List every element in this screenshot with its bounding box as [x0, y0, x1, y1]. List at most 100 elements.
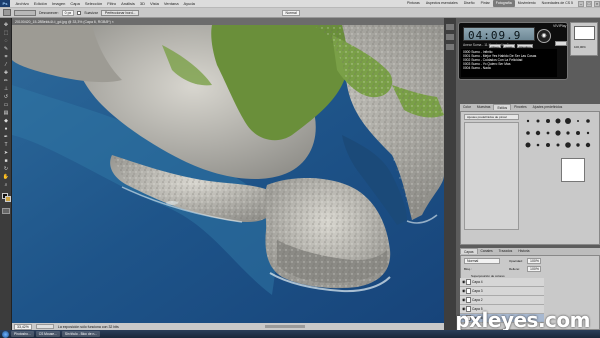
- workspace-movimiento[interactable]: Movimiento: [515, 0, 539, 7]
- history-panel-icon[interactable]: [446, 24, 454, 30]
- tab-ajustes[interactable]: Ajustes predefinidos: [530, 104, 566, 110]
- navigator-panel: 100,00%: [570, 22, 598, 56]
- image-canvas[interactable]: [12, 25, 444, 323]
- crop-tool-icon[interactable]: ⌗: [2, 54, 10, 60]
- track-info: Anear Suma - 11 Happier Ver.3: [463, 43, 509, 47]
- workspace-switcher: Pinturas Aspectos esenciales Diseño Pint…: [404, 0, 600, 7]
- zoom-level[interactable]: 33,42%: [14, 323, 32, 330]
- menu-analisis[interactable]: Análisis: [119, 1, 138, 6]
- shape-tool-icon[interactable]: ■: [2, 158, 10, 164]
- antialias-checkbox[interactable]: [77, 10, 82, 15]
- brush-options-list[interactable]: [464, 122, 519, 230]
- options-bar: Desvanecer: 0 px Suavizar Perfeccionar b…: [0, 8, 600, 18]
- layer-row[interactable]: ◉ Capa 3: [460, 287, 544, 296]
- move-tool-icon[interactable]: ✥: [2, 22, 10, 28]
- gradient-tool-icon[interactable]: ▤: [2, 110, 10, 116]
- opacity-input[interactable]: 100%: [527, 258, 541, 264]
- menu-imagen[interactable]: Imagen: [49, 1, 67, 6]
- photoshop-logo: Ps: [0, 0, 10, 7]
- fill-label: Relleno:: [509, 267, 521, 271]
- document-title: 20100420_15-28Beldu1t-t_gd.jpg @ 33,3% (…: [15, 19, 114, 24]
- type-tool-icon[interactable]: T: [2, 142, 10, 148]
- tab-historia[interactable]: Historia: [515, 248, 532, 254]
- feather-label: Desvanecer:: [39, 10, 59, 15]
- close-button[interactable]: ×: [594, 0, 600, 7]
- layer-row[interactable]: ◉ Capa 4: [460, 278, 544, 287]
- tab-muestras[interactable]: Muestras: [474, 104, 494, 110]
- restore-button[interactable]: □: [586, 0, 592, 7]
- start-button-icon[interactable]: [2, 330, 9, 338]
- clone-stamp-icon[interactable]: ⊥: [2, 86, 10, 92]
- volume-button[interactable]: [555, 41, 567, 46]
- hand-tool-icon[interactable]: ✋: [2, 174, 10, 180]
- document-tab[interactable]: 20100420_15-28Beldu1t-t_gd.jpg @ 33,3% (…: [12, 18, 444, 25]
- minimize-button[interactable]: –: [578, 0, 584, 7]
- workspace-novedades[interactable]: Novedades de CS 5: [539, 0, 576, 7]
- taskbar-notepad[interactable]: Sin título - Bloc de n...: [61, 331, 101, 337]
- track-list[interactable]: 0000 Sumo - Infinito 0001 Sumo - Mejor Y…: [461, 49, 557, 77]
- open-button[interactable]: Open: [489, 44, 501, 49]
- tab-trazados[interactable]: Trazados: [496, 248, 516, 254]
- tab-capas[interactable]: Capas: [460, 248, 478, 254]
- background-color-swatch[interactable]: [5, 196, 11, 202]
- random-button[interactable]: Random: [517, 44, 533, 49]
- workspace-pinturas[interactable]: Pinturas: [404, 0, 423, 7]
- menu-ventana[interactable]: Ventana: [161, 1, 181, 6]
- brush-tool-icon[interactable]: ✏: [2, 78, 10, 84]
- path-selection-icon[interactable]: ➤: [2, 150, 10, 156]
- workspace-diseno[interactable]: Diseño: [461, 0, 478, 7]
- tab-estilos[interactable]: Estilos: [493, 104, 512, 110]
- loop-button[interactable]: Loop: [503, 44, 515, 49]
- eyedropper-icon[interactable]: ⁄: [2, 62, 10, 68]
- menu-ayuda[interactable]: Ayuda: [181, 1, 197, 6]
- menu-seleccion[interactable]: Selección: [82, 1, 104, 6]
- taskbar-photoshop[interactable]: Photosho...: [11, 331, 34, 337]
- layer-name: Capa 4: [472, 280, 483, 284]
- refine-edge-button[interactable]: Perfeccionar bord...: [100, 9, 140, 16]
- quick-selection-icon[interactable]: ✎: [2, 46, 10, 52]
- blend-mode-select[interactable]: Normal: [464, 258, 500, 264]
- actions-panel-icon[interactable]: [446, 34, 454, 40]
- workspace-esenciales[interactable]: Aspectos esenciales: [423, 0, 461, 7]
- style-select[interactable]: Normal: [282, 9, 300, 16]
- tab-color[interactable]: Color: [460, 104, 474, 110]
- brush-tip-grid[interactable]: [523, 116, 595, 164]
- styles-panel: Ajustes predefinidos de pincel: [460, 111, 600, 245]
- marquee-tool-icon[interactable]: ⬚: [2, 30, 10, 36]
- feather-input[interactable]: 0 px: [61, 9, 75, 16]
- quick-mask-icon[interactable]: [2, 208, 10, 214]
- blur-tool-icon[interactable]: ◆: [2, 118, 10, 124]
- tab-pinceles[interactable]: Pinceles: [511, 104, 529, 110]
- selection-mode-buttons[interactable]: [14, 9, 36, 16]
- menu-capa[interactable]: Capa: [68, 1, 83, 6]
- healing-brush-icon[interactable]: ✚: [2, 70, 10, 76]
- zoom-tool-icon[interactable]: ⌕: [2, 182, 10, 188]
- taskbar-mouse[interactable]: CS Mouse...: [35, 331, 60, 337]
- tab-canales[interactable]: Canales: [478, 248, 496, 254]
- pen-tool-icon[interactable]: ✒: [2, 134, 10, 140]
- workspace-pintar[interactable]: Pintar: [478, 0, 493, 7]
- layer-row[interactable]: ◉ Capa 2: [460, 296, 544, 305]
- marquee-tool-icon[interactable]: [3, 9, 11, 16]
- music-player-widget[interactable]: 04:09.9 VIVIPlay ◉ Anear Suma - 11 Happi…: [458, 22, 568, 80]
- menu-archivo[interactable]: Archivo: [13, 1, 31, 6]
- fill-input[interactable]: 100%: [527, 266, 541, 272]
- eraser-tool-icon[interactable]: ▭: [2, 102, 10, 108]
- info-panel-icon[interactable]: [446, 44, 454, 50]
- brush-presets-button[interactable]: Ajustes predefinidos de pincel: [464, 114, 519, 120]
- panel-tabs-top: Color Muestras Estilos Pinceles Ajustes …: [460, 104, 600, 111]
- horizontal-scrollbar[interactable]: [265, 325, 305, 328]
- track-item[interactable]: 0004 Sumo - Nada: [463, 66, 555, 70]
- menu-3d[interactable]: 3D: [137, 1, 147, 6]
- play-knob-icon[interactable]: ◉: [537, 29, 551, 43]
- menu-edicion[interactable]: Edición: [31, 1, 49, 6]
- dodge-tool-icon[interactable]: ●: [2, 126, 10, 132]
- 3d-rotate-icon[interactable]: ↻: [2, 166, 10, 172]
- workspace-fotografia[interactable]: Fotografía: [492, 0, 515, 7]
- history-brush-icon[interactable]: ↺: [2, 94, 10, 100]
- navigator-thumbnail[interactable]: [574, 26, 595, 40]
- menu-filtro[interactable]: Filtro: [105, 1, 119, 6]
- lasso-tool-icon[interactable]: ◌: [2, 38, 10, 44]
- status-menu-arrow[interactable]: [35, 324, 54, 329]
- menu-vista[interactable]: Vista: [148, 1, 162, 6]
